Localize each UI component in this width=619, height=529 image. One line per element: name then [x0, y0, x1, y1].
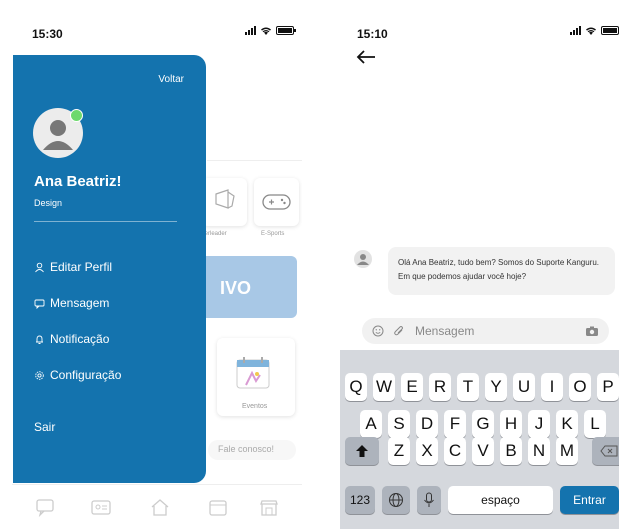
mic-key[interactable]: [417, 486, 441, 514]
gear-icon: [35, 370, 44, 380]
key-x[interactable]: X: [416, 437, 438, 465]
status-icons: [570, 26, 619, 35]
shift-key[interactable]: [345, 437, 379, 465]
wifi-icon: [261, 27, 271, 35]
key-l[interactable]: L: [584, 410, 606, 438]
numbers-key[interactable]: 123: [345, 486, 375, 514]
key-t[interactable]: T: [457, 373, 479, 401]
bell-icon: [36, 335, 43, 344]
key-c[interactable]: C: [444, 437, 466, 465]
menu-item-label: Configuração: [50, 368, 122, 382]
profile-card-nav-icon[interactable]: [90, 497, 112, 517]
chat-nav-icon[interactable]: [34, 497, 56, 517]
microphone-icon: [424, 492, 434, 507]
wifi-icon: [586, 27, 596, 35]
menu-item-message[interactable]: Mensagem: [34, 296, 109, 310]
contact-us-button[interactable]: Fale conosco!: [208, 440, 296, 460]
phone-chat-screen: 15:10 Olá Ana Beatriz, tudo bem? Somos d…: [340, 0, 619, 529]
banner-text: IVO: [220, 278, 252, 298]
drawer-divider: [34, 221, 177, 222]
key-j[interactable]: J: [528, 410, 550, 438]
category-caption-esports: E-Sports: [261, 231, 285, 237]
back-arrow-icon[interactable]: [356, 49, 376, 65]
status-icons: [245, 26, 296, 35]
message-placeholder: Mensagem: [415, 324, 475, 338]
key-q[interactable]: Q: [345, 373, 367, 401]
logout-button[interactable]: Sair: [34, 420, 55, 434]
back-link[interactable]: Voltar: [158, 74, 184, 85]
screenshot-root: 15:30 heerleader E-Sports IVO Eventos Fa…: [0, 0, 619, 529]
calendar-nav-icon[interactable]: [207, 497, 229, 517]
key-a[interactable]: A: [360, 410, 382, 438]
category-card-cheerleader[interactable]: [202, 178, 247, 226]
menu-item-label: Mensagem: [50, 296, 110, 310]
key-y[interactable]: Y: [485, 373, 507, 401]
emoji-icon[interactable]: [372, 325, 384, 337]
megaphone-icon: [215, 189, 235, 209]
gamepad-icon: [262, 194, 291, 210]
key-d[interactable]: D: [416, 410, 438, 438]
battery-icon: [601, 26, 619, 35]
key-h[interactable]: H: [500, 410, 522, 438]
background-divider: [207, 160, 302, 161]
highlight-banner[interactable]: IVO: [200, 256, 297, 318]
camera-icon[interactable]: [585, 325, 599, 337]
key-r[interactable]: R: [429, 373, 451, 401]
menu-item-notification[interactable]: Notificação: [34, 332, 109, 346]
key-n[interactable]: N: [528, 437, 550, 465]
globe-key[interactable]: [382, 486, 410, 514]
key-v[interactable]: V: [472, 437, 494, 465]
key-s[interactable]: S: [388, 410, 410, 438]
key-f[interactable]: F: [444, 410, 466, 438]
events-caption: Eventos: [242, 403, 268, 410]
user-role: Design: [34, 198, 63, 208]
signal-icon: [570, 26, 581, 35]
status-time: 15:10: [357, 27, 388, 41]
enter-key[interactable]: Entrar: [560, 486, 619, 514]
key-i[interactable]: I: [541, 373, 563, 401]
menu-item-label: Notificação: [50, 332, 110, 346]
key-k[interactable]: K: [556, 410, 578, 438]
key-b[interactable]: B: [500, 437, 522, 465]
key-w[interactable]: W: [373, 373, 395, 401]
message-icon: [34, 299, 45, 309]
battery-icon: [276, 26, 296, 35]
space-key[interactable]: espaço: [448, 486, 553, 514]
key-o[interactable]: O: [569, 373, 591, 401]
calendar-icon: [236, 357, 270, 389]
user-icon: [35, 262, 44, 272]
backspace-icon: [600, 445, 618, 457]
shift-icon: [356, 445, 368, 457]
store-nav-icon[interactable]: [258, 497, 280, 517]
online-status-dot: [70, 109, 83, 122]
globe-icon: [389, 493, 403, 507]
key-e[interactable]: E: [401, 373, 423, 401]
signal-icon: [245, 26, 256, 35]
menu-item-label: Editar Perfil: [50, 260, 113, 274]
home-nav-icon[interactable]: [149, 497, 171, 517]
backspace-key[interactable]: [592, 437, 619, 465]
keyboard: QWERTYUIOP ASDFGHJKL ZXCVBNM 123 espaço …: [340, 350, 619, 529]
chat-message-bubble: Olá Ana Beatriz, tudo bem? Somos do Supo…: [388, 247, 615, 295]
user-name: Ana Beatriz!: [34, 173, 122, 190]
key-m[interactable]: M: [556, 437, 578, 465]
support-avatar: [354, 250, 372, 268]
key-g[interactable]: G: [472, 410, 494, 438]
status-time: 15:30: [32, 27, 63, 41]
key-z[interactable]: Z: [388, 437, 410, 465]
category-card-esports[interactable]: [254, 178, 299, 226]
key-u[interactable]: U: [513, 373, 535, 401]
attach-icon[interactable]: [393, 325, 405, 337]
menu-item-edit-profile[interactable]: Editar Perfil: [34, 260, 112, 274]
side-drawer: Voltar Ana Beatriz! Design Editar Perfil…: [13, 55, 206, 483]
menu-item-settings[interactable]: Configuração: [34, 368, 121, 382]
message-input[interactable]: Mensagem: [362, 318, 609, 344]
user-avatar-icon: [357, 254, 369, 265]
key-p[interactable]: P: [597, 373, 619, 401]
